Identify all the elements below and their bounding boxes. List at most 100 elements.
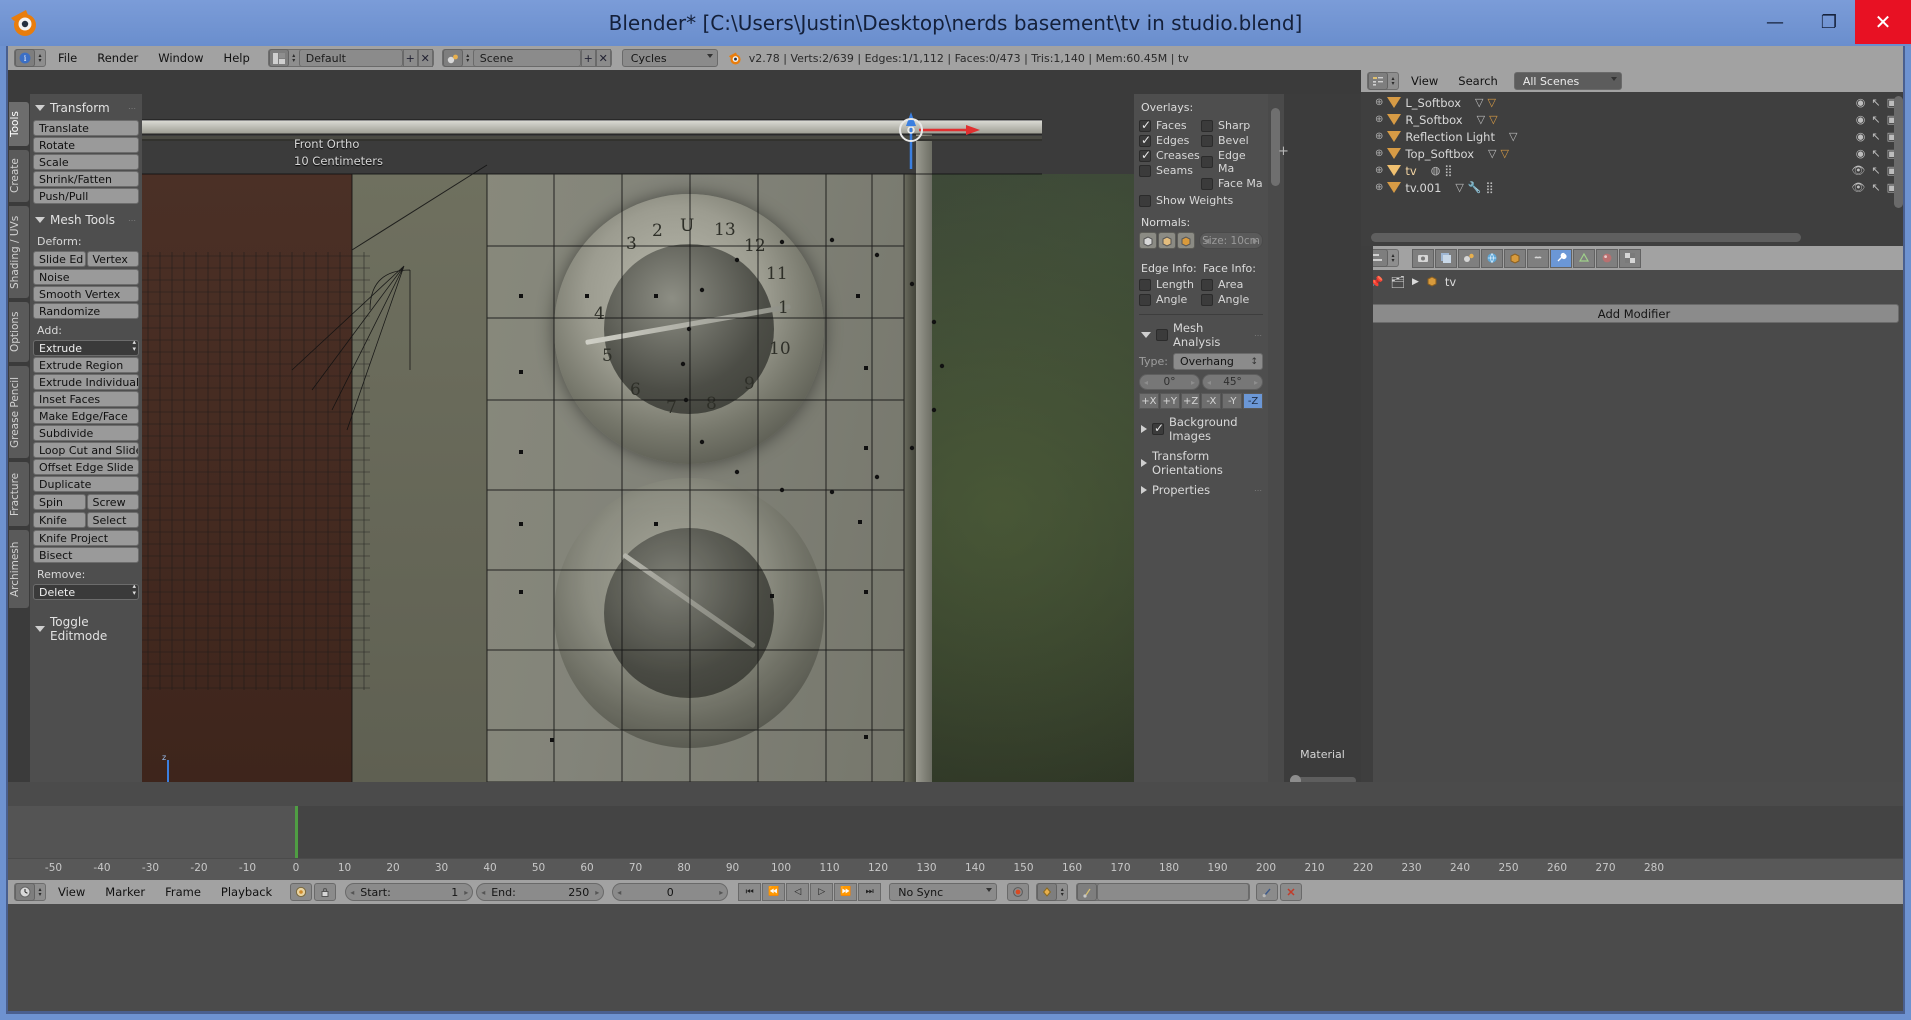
translate-button[interactable]: Translate <box>33 120 139 136</box>
offset-edge-slide-button[interactable]: Offset Edge Slide <box>33 459 139 475</box>
expand-icon[interactable]: ⊕ <box>1375 165 1383 176</box>
modifier-icon[interactable]: ▽ <box>1489 113 1497 126</box>
outliner-row-r-softbox[interactable]: ⊕ R_Softbox ▽ ▽ ◉ ↖ ▣ <box>1361 111 1903 128</box>
subdivide-button[interactable]: Subdivide <box>33 425 139 441</box>
data-tab-icon[interactable] <box>1573 248 1595 268</box>
knife-select-button[interactable]: Select <box>86 512 139 528</box>
outliner-row-top-softbox[interactable]: ⊕ Top_Softbox ▽ ▽ ◉ ↖ ▣ <box>1361 145 1903 162</box>
mesh-data-icon[interactable]: ◍ <box>1431 164 1441 177</box>
rotate-button[interactable]: Rotate <box>33 137 139 153</box>
overlay-edges-checkbox[interactable] <box>1139 133 1151 147</box>
overlay-creases-checkbox[interactable] <box>1139 148 1151 162</box>
screen-layout-selector[interactable]: ▴ ▾ Default + ✕ <box>267 49 434 67</box>
outliner-row-reflection-light[interactable]: ⊕ Reflection Light ▽ ◉ ↖ ▣ <box>1361 128 1903 145</box>
current-frame-field[interactable]: 0 <box>612 883 729 901</box>
expand-icon[interactable]: ⊕ <box>1375 114 1383 125</box>
material-icon[interactable]: ⣿ <box>1444 164 1452 177</box>
editor-type-spinner[interactable]: ▴ ▾ <box>35 49 45 67</box>
viewport-canvas[interactable]: U 2 3 13 12 11 1 10 9 8 7 6 5 4 Front Or… <box>142 70 1242 782</box>
material-tab-icon[interactable] <box>1596 248 1618 268</box>
menu-file[interactable]: File <box>48 46 87 70</box>
mesh-data-icon[interactable]: ▽ <box>1477 113 1485 126</box>
tab-archimesh[interactable]: Archimesh <box>9 530 29 608</box>
mesh-tools-panel-header[interactable]: Mesh Tools ⋯ <box>33 210 139 231</box>
tab-tools[interactable]: Tools <box>9 102 29 146</box>
minimize-button[interactable]: — <box>1749 0 1801 44</box>
overlay-creases-row[interactable]: Creases <box>1139 148 1201 162</box>
constraints-tab-icon[interactable] <box>1527 248 1549 268</box>
overlay-edges-row[interactable]: Edges <box>1139 133 1201 147</box>
menu-window[interactable]: Window <box>148 46 213 70</box>
axis-minus-z-button[interactable]: -Z <box>1243 393 1263 409</box>
mesh-analysis-checkbox[interactable] <box>1156 329 1168 341</box>
tab-shading-uvs[interactable]: Shading / UVs <box>9 206 29 298</box>
outliner-horizontal-scrollbar[interactable] <box>1371 233 1801 242</box>
restrict-view-icon[interactable]: ◉ <box>1856 113 1866 126</box>
keying-set-spinner[interactable]: ▴ ▾ <box>1057 883 1067 901</box>
properties-header[interactable]: Properties ⋯ <box>1141 483 1263 497</box>
screen-layout-spinner[interactable]: ▴ ▾ <box>289 49 299 67</box>
background-images-header[interactable]: Background Images <box>1141 415 1263 443</box>
outliner-vertical-scrollbar[interactable] <box>1894 96 1903 208</box>
modifier-icon[interactable]: ▽ <box>1501 147 1509 160</box>
scene-tab-icon[interactable] <box>1458 248 1480 268</box>
outliner-row-tv[interactable]: ⊕ tv ◍ ⣿ 👁 ↖ ▣ <box>1361 162 1903 179</box>
overlay-show-weights-row[interactable]: Show Weights <box>1139 194 1263 207</box>
overlay-face-marks-row[interactable]: Face Ma <box>1201 177 1263 190</box>
add-screen-layout-button[interactable]: + <box>402 49 418 67</box>
active-keying-set-field[interactable] <box>1076 883 1251 901</box>
delete-scene-button[interactable]: ✕ <box>595 49 611 67</box>
restrict-view-icon[interactable]: ◉ <box>1856 96 1866 109</box>
push-pull-button[interactable]: Push/Pull <box>33 188 139 204</box>
edge-angle-row[interactable]: Angle <box>1139 293 1201 306</box>
axis-minus-y-button[interactable]: -Y <box>1222 393 1243 409</box>
region-expand-icon[interactable]: + <box>1278 144 1289 159</box>
screen-layout-name[interactable]: Default <box>298 49 403 67</box>
delete-keyframe-icon[interactable] <box>1280 883 1303 901</box>
next-keyframe-icon[interactable]: ⏩ <box>834 883 858 901</box>
image-editor-region[interactable]: + Material <box>1278 94 1361 782</box>
spin-button[interactable]: Spin <box>33 494 86 510</box>
close-button[interactable]: ✕ <box>1855 0 1911 44</box>
frame-start-field[interactable]: Start: 1 <box>345 883 474 901</box>
transform-orientations-header[interactable]: Transform Orientations <box>1141 449 1263 477</box>
render-engine-selector[interactable]: Cycles Render <box>621 49 718 82</box>
tab-fracture[interactable]: Fracture <box>9 462 29 526</box>
overlay-sharp-checkbox[interactable] <box>1201 119 1213 132</box>
outliner-display-mode[interactable]: All Scenes <box>1513 72 1622 90</box>
tab-create[interactable]: Create <box>9 150 29 202</box>
expand-icon[interactable]: ⊕ <box>1375 182 1383 193</box>
properties-type-spinner[interactable]: ▴ ▾ <box>1388 249 1398 267</box>
menu-help[interactable]: Help <box>214 46 260 70</box>
randomize-button[interactable]: Randomize <box>33 303 139 319</box>
material-icon[interactable]: ⣿ <box>1486 181 1494 194</box>
outliner-type-spinner[interactable]: ▴ ▾ <box>1388 72 1398 90</box>
material-slider[interactable] <box>1290 775 1356 782</box>
menu-render[interactable]: Render <box>87 46 148 70</box>
restrict-select-icon[interactable]: ↖ <box>1871 130 1880 143</box>
overlay-seams-row[interactable]: Seams <box>1139 164 1201 177</box>
add-modifier-button[interactable]: Add Modifier <box>1369 304 1899 323</box>
play-icon[interactable]: ▷ <box>810 883 834 901</box>
face-normals-icon[interactable] <box>1177 232 1195 249</box>
maximize-button[interactable]: ❐ <box>1803 0 1855 44</box>
prev-keyframe-icon[interactable]: ⏪ <box>762 883 786 901</box>
timeline-menu-marker[interactable]: Marker <box>95 880 155 904</box>
transform-panel-header[interactable]: Transform ⋯ <box>33 98 139 119</box>
overlay-bevel-row[interactable]: Bevel <box>1201 134 1263 147</box>
split-normals-icon[interactable] <box>1158 232 1176 249</box>
mesh-analysis-max-angle[interactable]: 45° <box>1202 374 1263 390</box>
tool-shelf-body[interactable]: Transform ⋯ Translate Rotate Scale Shrin… <box>30 94 142 782</box>
expand-icon[interactable]: ⊕ <box>1375 148 1383 159</box>
world-tab-icon[interactable] <box>1481 248 1503 268</box>
bisect-button[interactable]: Bisect <box>33 547 139 563</box>
background-images-checkbox[interactable] <box>1152 421 1164 435</box>
face-angle-row[interactable]: Angle <box>1201 293 1263 306</box>
toggle-editmode-panel-header[interactable]: Toggle Editmode <box>33 612 139 647</box>
add-scene-button[interactable]: + <box>580 49 596 67</box>
mesh-data-icon[interactable]: ▽ <box>1455 181 1463 194</box>
timeline-track-area[interactable] <box>8 806 1903 858</box>
modifiers-tab-icon[interactable] <box>1550 248 1572 268</box>
overlay-edge-marks-row[interactable]: Edge Ma <box>1201 149 1263 175</box>
timeline-editor-type-selector[interactable]: ▴ ▾ <box>14 883 46 901</box>
